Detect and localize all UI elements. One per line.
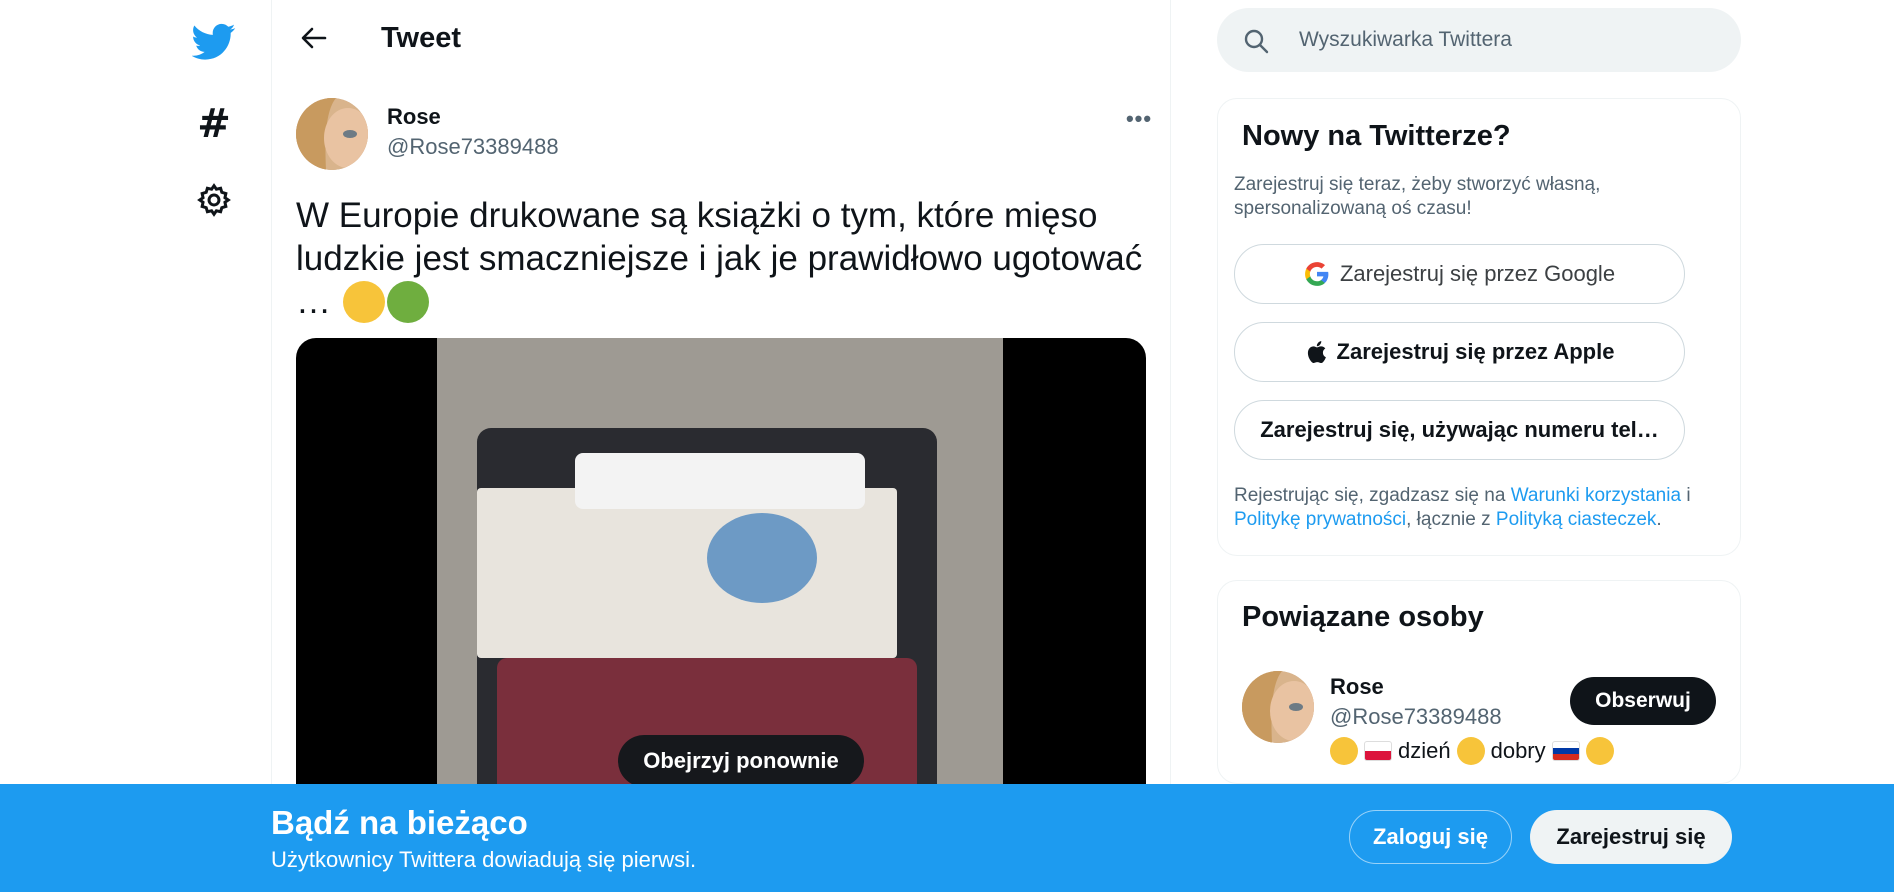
apple-icon bbox=[1305, 339, 1327, 365]
terms-end: . bbox=[1656, 509, 1662, 530]
terms-and: i bbox=[1681, 485, 1691, 506]
terms-prefix: Rejestrując się, zgadzasz się na bbox=[1234, 485, 1511, 506]
avatar[interactable] bbox=[296, 98, 368, 170]
nauseated-face-emoji-icon bbox=[386, 280, 429, 323]
search-bar[interactable] bbox=[1217, 8, 1741, 72]
google-signup-button[interactable]: Zarejestruj się przez Google bbox=[1234, 244, 1685, 304]
related-people-card: Powiązane osoby Rose @Rose73389488 dzień… bbox=[1217, 580, 1741, 784]
arrow-left-icon bbox=[301, 27, 327, 54]
video-label-image bbox=[477, 488, 897, 658]
grinning-face-emoji-icon bbox=[1330, 737, 1358, 765]
google-icon bbox=[1304, 261, 1330, 287]
grinning-face-emoji-icon bbox=[1585, 737, 1614, 765]
terms-mid: , łącznie z bbox=[1406, 509, 1496, 530]
left-nav: # bbox=[160, 0, 270, 892]
tweet-author: Rose @Rose73389488 ••• bbox=[296, 98, 1151, 172]
bottom-banner: Bądź na bieżąco Użytkownicy Twittera dow… bbox=[0, 784, 1894, 892]
signup-terms: Rejestrując się, zgadzasz się na Warunki… bbox=[1234, 484, 1724, 532]
gear-icon[interactable] bbox=[184, 170, 244, 230]
google-signup-label: Zarejestruj się przez Google bbox=[1339, 261, 1616, 286]
privacy-link[interactable]: Politykę prywatności bbox=[1234, 509, 1406, 530]
hashtag-icon[interactable]: # bbox=[184, 94, 244, 154]
signup-title: Nowy na Twitterze? bbox=[1242, 120, 1511, 152]
related-title: Powiązane osoby bbox=[1242, 601, 1484, 633]
signup-card: Nowy na Twitterze? Zarejestruj się teraz… bbox=[1217, 98, 1741, 556]
woozy-face-emoji-icon bbox=[342, 280, 385, 323]
back-button[interactable] bbox=[292, 18, 336, 62]
avatar[interactable] bbox=[1242, 671, 1314, 743]
video-emoji-strip bbox=[575, 453, 865, 509]
signup-description: Zarejestruj się teraz, żeby stworzyć wła… bbox=[1234, 174, 1601, 219]
related-bio: dzień dobry bbox=[1330, 737, 1614, 765]
search-input[interactable] bbox=[1299, 8, 1719, 72]
twitter-bird-icon[interactable] bbox=[184, 12, 244, 72]
cookies-link[interactable]: Polityką ciasteczek bbox=[1496, 509, 1657, 530]
author-handle[interactable]: @Rose73389488 bbox=[387, 134, 559, 160]
tweet-header: Tweet bbox=[272, 0, 1170, 80]
apple-signup-label: Zarejestruj się przez Apple bbox=[1336, 339, 1615, 364]
follow-button[interactable]: Obserwuj bbox=[1570, 677, 1716, 725]
main-column: Tweet Rose @Rose73389488 ••• W Europie d… bbox=[271, 0, 1171, 892]
phone-signup-button[interactable]: Zarejestruj się, używając numeru tel… bbox=[1234, 400, 1685, 460]
tweet-text: W Europie drukowane są książki o tym, kt… bbox=[296, 194, 1156, 325]
banner-title: Bądź na bieżąco bbox=[271, 804, 528, 841]
poland-flag-icon bbox=[1364, 741, 1392, 761]
banner-subtitle: Użytkownicy Twittera dowiadują się pierw… bbox=[271, 847, 697, 872]
replay-button[interactable]: Obejrzyj ponownie bbox=[618, 735, 864, 787]
bio-word-1: dzień bbox=[1398, 738, 1451, 763]
related-name[interactable]: Rose bbox=[1330, 674, 1384, 700]
grinning-face-emoji-icon bbox=[1456, 737, 1485, 765]
phone-signup-label: Zarejestruj się, używając numeru tel… bbox=[1260, 417, 1659, 442]
related-handle[interactable]: @Rose73389488 bbox=[1330, 704, 1502, 730]
search-icon bbox=[1243, 28, 1269, 54]
speech-bubble-icon bbox=[707, 513, 817, 603]
russia-flag-icon bbox=[1551, 741, 1580, 761]
apple-signup-button[interactable]: Zarejestruj się przez Apple bbox=[1234, 322, 1685, 382]
author-name[interactable]: Rose bbox=[387, 104, 441, 130]
terms-link[interactable]: Warunki korzystania bbox=[1511, 485, 1681, 506]
bio-word-2: dobry bbox=[1490, 738, 1546, 763]
page-title: Tweet bbox=[381, 22, 462, 54]
register-button[interactable]: Zarejestruj się bbox=[1530, 810, 1732, 864]
more-options-icon[interactable]: ••• bbox=[1122, 102, 1156, 136]
login-button[interactable]: Zaloguj się bbox=[1349, 810, 1512, 864]
